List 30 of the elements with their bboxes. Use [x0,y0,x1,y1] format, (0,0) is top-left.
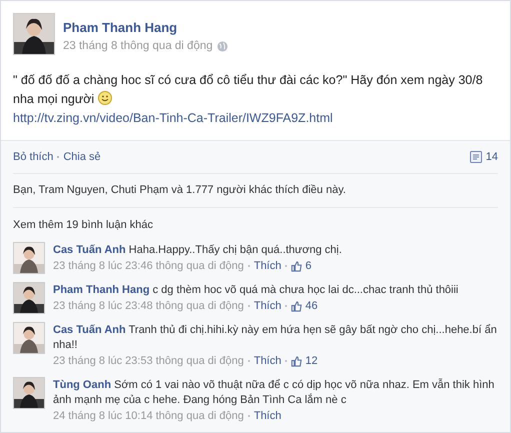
thumbs-up-icon [291,356,302,366]
comment-text: Cas Tuấn Anh Tranh thủ đi chị.hihi.kỳ này em hứa hẹn sẽ gây bất ngờ cho chị...hehe.bí ẩn nha!! [53,322,498,352]
comment-text: Cas Tuấn Anh Haha.Happy..Thấy chị bận quá..thương chị. [53,242,342,258]
post-action-link[interactable]: Chia sẻ [63,148,101,166]
like-count: 46 [305,298,318,314]
smiley-icon [98,91,112,105]
more-comments-link[interactable]: Xem thêm 19 bình luận khác [13,208,498,242]
post-text: " đố đố đố a chàng hoc sĩ có cưa đổ cô tiểu thư đài các ko?" Hãy đón xem ngày 30/8 nha mọi người [13,72,484,108]
post-meta: 23 tháng 8 thông qua di động [63,39,213,54]
comment-meta: 23 tháng 8 lúc 23:48 thông qua di động [53,298,244,314]
like-link[interactable]: Thích [254,354,282,368]
comment-count: 14 [486,150,498,165]
like-link[interactable]: Thích [254,408,282,424]
likes-summary[interactable]: Bạn, Tram Nguyen, Chuti Phạm và 1.777 người khác thích điều này. [13,174,498,208]
post-action-link[interactable]: Bỏ thích [13,148,54,166]
like-link[interactable]: Thích [254,258,282,274]
like-link[interactable]: Thích [254,298,282,314]
comment-meta: 23 tháng 8 lúc 23:46 thông qua di động [53,258,244,274]
globe-icon [216,40,228,52]
like-count: 6 [305,258,312,274]
comment-text: Pham Thanh Hang c dg thèm hoc võ quá mà chưa học lai dc...chac tranh thủ thôiii [53,282,458,298]
author-name[interactable]: Pham Thanh Hang [63,20,228,36]
thumbs-up-icon [291,260,302,272]
comment-icon [470,151,482,163]
comment-meta: 23 tháng 8 lúc 23:53 thông qua di động [53,354,244,368]
like-count: 12 [305,354,318,368]
comment-meta: 24 tháng 8 lúc 10:14 thông qua di động [53,408,244,424]
thumbs-up-icon [291,300,302,312]
video-link[interactable]: http://tv.zing.vn/video/Ban-Tinh-Ca-Trailer/IWZ9FA9Z.html [13,109,498,128]
comment-text: Tùng Oanh Sớm có 1 vai nào võ thuật nữa để c có dịp học võ nữa nhaz. Em vẫn thik hình ảnh mạnh mẹ của c hehe. Đang hóng Bản Tình Ca lắm nè c [53,378,496,408]
